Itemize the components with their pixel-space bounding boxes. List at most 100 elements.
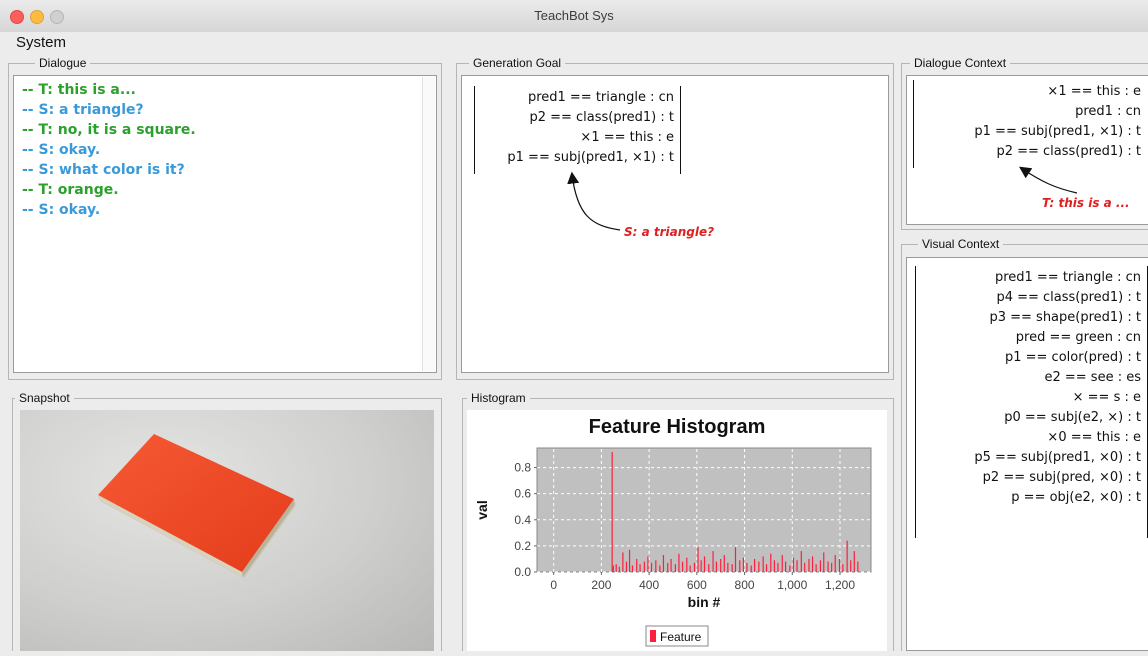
histogram-bar [827, 561, 829, 572]
menu-system[interactable]: System [16, 34, 66, 51]
histogram-bar [703, 556, 706, 572]
histogram-bar [697, 547, 699, 572]
formula-line: p1 == color(pred) : t [1004, 350, 1141, 365]
dialogue-text-area[interactable]: -- T: this is a... -- S: a triangle? -- T:… [13, 75, 437, 373]
formula-line: p3 == shape(pred1) : t [989, 310, 1141, 325]
context-annotation: T: this is a ... [1042, 196, 1130, 210]
histogram-bar [853, 551, 855, 572]
histogram-bar [784, 561, 787, 572]
histogram-bar [823, 552, 825, 572]
histogram-bar [727, 562, 729, 572]
histogram-bar [636, 558, 638, 572]
histogram-bar [811, 556, 814, 572]
legend: Feature [645, 625, 709, 647]
histogram-bar [838, 558, 841, 572]
histogram-bar [781, 555, 783, 572]
x-tick-label: 200 [591, 578, 611, 592]
histogram-bar [631, 565, 634, 572]
histogram-bar [808, 558, 810, 572]
histogram-bar [643, 561, 645, 572]
dialogue-context-panel: Dialogue Context ×1 == this : e pred1 : c… [901, 55, 1148, 230]
window-title: TeachBot Sys [534, 8, 614, 23]
formula-line: × == s : e [1072, 390, 1141, 405]
histogram-bar [800, 551, 802, 572]
chart-title: Feature Histogram [589, 416, 766, 438]
histogram-bar [659, 565, 661, 572]
histogram-bar [650, 562, 653, 572]
histogram-bar [770, 553, 772, 572]
formula-line: p4 == class(pred1) : t [996, 290, 1141, 305]
histogram-bar [708, 564, 710, 572]
dialogue-panel-label: Dialogue [35, 55, 91, 71]
formula-line: p5 == subj(pred1, ×0) : t [974, 450, 1141, 465]
x-tick-label: 0 [550, 578, 557, 592]
histogram-bar [712, 551, 714, 572]
title-bar: TeachBot Sys [0, 0, 1148, 33]
snapshot-label: Snapshot [15, 390, 74, 406]
histogram-bar [762, 556, 764, 572]
y-tick-label: 0.6 [514, 487, 531, 501]
histogram-bar [622, 552, 624, 572]
x-tick-label: 1,200 [825, 578, 855, 592]
histogram-bar [831, 562, 833, 572]
y-tick-label: 0.4 [514, 513, 531, 527]
histogram-bar [693, 562, 696, 572]
histogram-bar [700, 560, 702, 572]
legend-swatch [650, 630, 656, 642]
histogram-bar [857, 561, 859, 572]
x-tick-label: 600 [687, 578, 707, 592]
histogram-bar [662, 555, 665, 572]
histogram-bar [655, 560, 657, 572]
histogram-bar [611, 451, 613, 572]
visual-formula: pred1 == triangle : cn p4 == class(pred1)… [974, 268, 1141, 508]
histogram-bar [819, 560, 822, 572]
histogram-bar [689, 565, 691, 572]
histogram-bar [842, 564, 844, 572]
histogram-bar [750, 565, 752, 572]
y-tick-label: 0.8 [514, 461, 531, 475]
y-axis-label: val [474, 500, 490, 519]
formula-line: pred == green : cn [1015, 330, 1141, 345]
dialogue-line: -- S: okay. [22, 202, 101, 218]
histogram-bar [686, 557, 688, 572]
histogram-bar [815, 564, 817, 572]
histogram-chart: Feature Histogram 0.0 0.2 0.4 0.6 0.8 0 200 40… [474, 416, 872, 647]
visual-left-bracket [915, 266, 916, 538]
histogram-canvas: Feature Histogram 0.0 0.2 0.4 0.6 0.8 0 200 40… [467, 410, 887, 651]
histogram-bar [734, 547, 737, 572]
histogram-bar [796, 560, 798, 572]
dialogue-line: -- T: this is a... [22, 82, 136, 98]
goal-annotation: S: a triangle? [624, 225, 715, 239]
snapshot-image [20, 410, 434, 651]
snapshot-panel: Snapshot [12, 390, 442, 651]
dialogue-line: -- S: okay. [22, 142, 101, 158]
y-tick-label: 0.0 [514, 565, 531, 579]
formula-line: ×0 == this : e [1047, 430, 1141, 445]
generation-goal-label: Generation Goal [469, 55, 566, 71]
histogram-bar [681, 561, 684, 572]
histogram-bar [739, 560, 741, 572]
dialogue-line: -- T: orange. [22, 182, 119, 198]
histogram-bar [753, 558, 756, 572]
histogram-bar [615, 564, 617, 572]
histogram-bar [625, 561, 628, 572]
formula-line: p2 == subj(pred, ×0) : t [982, 470, 1141, 485]
histogram-bar [628, 549, 631, 572]
x-ticks: 0 200 400 600 800 1,000 1,200 [550, 572, 855, 592]
histogram-bar [618, 566, 620, 572]
histogram-bar [670, 558, 672, 572]
formula-line: pred1 == triangle : cn [994, 270, 1141, 285]
visual-context-area: pred1 == triangle : cn p4 == class(pred1)… [906, 257, 1148, 651]
plot-area [536, 447, 872, 573]
visual-context-panel: Visual Context pred1 == triangle : cn p4 … [901, 236, 1148, 651]
generation-goal-area: pred1 == triangle : cn p2 == class(pred1)… [461, 75, 889, 373]
y-tick-label: 0.2 [514, 539, 531, 553]
legend-label: Feature [660, 630, 702, 644]
dialogue-line: -- T: no, it is a square. [22, 122, 196, 138]
histogram-bar [792, 557, 795, 572]
histogram-bar [777, 562, 779, 572]
dialogue-scrollbar[interactable] [422, 77, 435, 371]
formula-line: p == obj(e2, ×0) : t [1011, 490, 1141, 505]
snapshot-object [98, 434, 296, 578]
dialogue-line: -- S: a triangle? [22, 102, 144, 118]
